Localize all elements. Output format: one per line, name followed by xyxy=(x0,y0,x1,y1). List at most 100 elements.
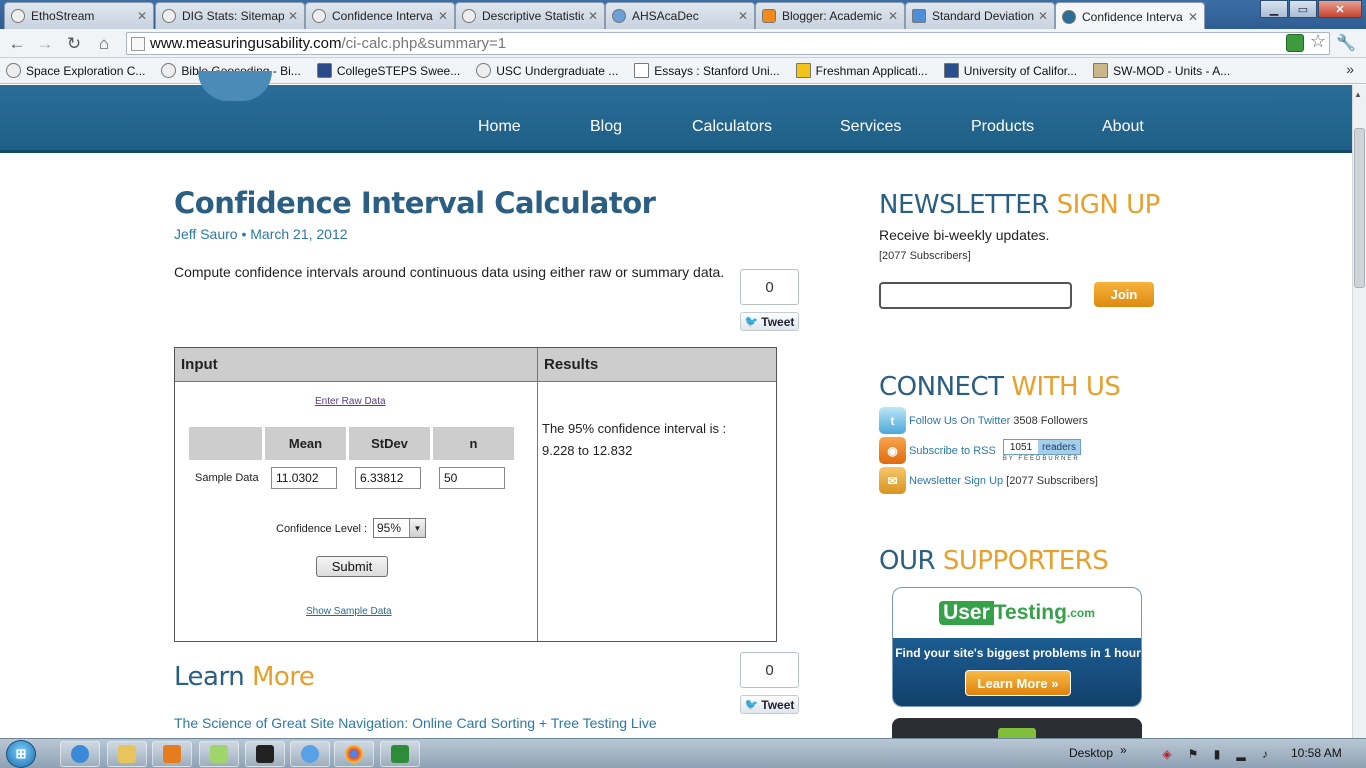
action-center-flag-icon[interactable]: ⚑ xyxy=(1186,747,1200,761)
bookmark-item[interactable]: USC Undergraduate ... xyxy=(476,63,618,78)
site-logo[interactable] xyxy=(198,71,272,101)
command-prompt-icon[interactable] xyxy=(245,741,285,767)
chrome-icon[interactable] xyxy=(334,741,374,767)
close-icon[interactable]: ✕ xyxy=(438,9,448,23)
submit-button[interactable]: Submit xyxy=(316,556,388,577)
close-icon[interactable]: ✕ xyxy=(288,9,298,23)
chevron-down-icon[interactable]: ▼ xyxy=(409,519,425,537)
rss-icon[interactable]: ◉ xyxy=(879,437,906,464)
power-icon[interactable]: ▮ xyxy=(1210,747,1224,761)
newsletter-email-input[interactable] xyxy=(879,282,1072,309)
volume-icon[interactable]: ♪ xyxy=(1258,747,1272,761)
nav-blog[interactable]: Blog xyxy=(590,118,622,136)
close-icon[interactable]: ✕ xyxy=(137,9,147,23)
mean-input[interactable] xyxy=(271,467,337,489)
tab-blogger[interactable]: Blogger: Academic ✕ xyxy=(755,2,905,29)
envelope-icon[interactable]: ✉ xyxy=(879,467,906,494)
nav-products[interactable]: Products xyxy=(971,118,1034,136)
windows-start-icon[interactable]: ⊞ xyxy=(6,740,36,768)
article-byline[interactable]: Jeff Sauro • March 21, 2012 xyxy=(174,226,348,242)
nav-home[interactable]: Home xyxy=(478,118,521,136)
usertesting-ad[interactable]: User Testing .com Find your site's biggest… xyxy=(892,587,1142,707)
nav-calculators[interactable]: Calculators xyxy=(692,118,772,136)
tab-ethostream[interactable]: EthoStream ✕ xyxy=(4,2,154,29)
back-arrow-icon[interactable]: ← xyxy=(6,33,28,55)
sticky-notes-icon[interactable] xyxy=(199,741,239,767)
learn-more-button[interactable]: Learn More » xyxy=(965,670,1071,696)
media-player-icon[interactable] xyxy=(152,741,192,767)
minimize-button[interactable]: ▁ xyxy=(1260,0,1288,18)
michigan-m-icon xyxy=(795,63,811,78)
address-bar[interactable]: www.measuringusability.com/ci-calc.php&s… xyxy=(126,32,1330,55)
connect-heading: CONNECT WITH US xyxy=(879,372,1121,402)
twitter-icon[interactable]: t xyxy=(879,407,906,434)
tray-chevron-icon[interactable]: » xyxy=(1120,743,1127,757)
stdev-input[interactable] xyxy=(355,467,421,489)
follow-twitter-link[interactable]: Follow Us On Twitter xyxy=(909,415,1010,427)
system-clock[interactable]: 10:58 AM xyxy=(1291,746,1342,760)
file-explorer-icon[interactable] xyxy=(107,741,147,767)
second-supporter-ad[interactable] xyxy=(892,718,1142,738)
ad-banner: Find your site's biggest problems in 1 h… xyxy=(893,638,1141,706)
enter-raw-data-link[interactable]: Enter Raw Data xyxy=(315,396,386,407)
confidence-level-label: Confidence Level : xyxy=(276,523,368,535)
internet-explorer-icon[interactable] xyxy=(60,741,100,767)
close-icon[interactable]: ✕ xyxy=(1188,10,1198,24)
result-line-2: 9.228 to 12.832 xyxy=(542,443,633,458)
tab-confidence-interval-1[interactable]: Confidence Interva ✕ xyxy=(305,2,455,29)
tab-descriptive-statistics[interactable]: Descriptive Statistic ✕ xyxy=(455,2,605,29)
bookmark-item[interactable]: University of Califor... xyxy=(943,63,1077,78)
blogger-icon xyxy=(762,9,776,23)
subscribe-rss-link[interactable]: Subscribe to RSS xyxy=(909,445,996,457)
newsletter-signup-link[interactable]: Newsletter Sign Up xyxy=(909,475,1003,487)
wrench-icon[interactable]: 🔧 xyxy=(1336,33,1356,53)
forward-arrow-icon[interactable]: → xyxy=(34,33,56,55)
bookmarks-overflow-chevron[interactable]: » xyxy=(1346,61,1354,77)
column-divider xyxy=(537,348,538,641)
letter-a-icon xyxy=(1093,63,1109,78)
feedburner-badge[interactable]: 1051 readers BY FEEDBURNER xyxy=(1002,439,1081,462)
close-icon[interactable]: ✕ xyxy=(738,9,748,23)
home-icon[interactable]: ⌂ xyxy=(93,33,115,55)
twitter-bird-icon: 🐦 xyxy=(744,316,759,328)
extension-icon[interactable] xyxy=(1286,34,1304,52)
dell-icon[interactable] xyxy=(290,741,330,767)
maximize-button[interactable]: ▭ xyxy=(1289,0,1317,18)
stdev-column-header: StDev xyxy=(349,427,430,460)
scrollbar-thumb[interactable] xyxy=(1354,128,1365,288)
n-input[interactable] xyxy=(439,467,505,489)
nav-about[interactable]: About xyxy=(1102,118,1144,136)
bookmark-item[interactable]: Space Exploration C... xyxy=(6,63,145,78)
nav-services[interactable]: Services xyxy=(840,118,901,136)
bookmark-item[interactable]: SW-MOD - Units - A... xyxy=(1093,63,1230,78)
close-icon[interactable]: ✕ xyxy=(1038,9,1048,23)
close-icon[interactable]: ✕ xyxy=(888,9,898,23)
show-sample-data-link[interactable]: Show Sample Data xyxy=(306,606,392,617)
tweet-button[interactable]: 🐦 Tweet xyxy=(740,312,799,331)
n-column-header: n xyxy=(433,427,514,460)
bookmark-item[interactable]: Essays : Stanford Uni... xyxy=(634,63,780,78)
desktop-toolbar-label[interactable]: Desktop xyxy=(1069,746,1113,760)
join-button[interactable]: Join xyxy=(1094,282,1154,307)
tab-confidence-interval-active[interactable]: Confidence Interva ✕ xyxy=(1055,2,1205,30)
tab-ahsacadec[interactable]: AHSAcaDec ✕ xyxy=(605,2,755,29)
learn-more-link[interactable]: The Science of Great Site Navigation: On… xyxy=(174,715,657,731)
bookmark-item[interactable]: CollegeSTEPS Swee... xyxy=(316,63,460,78)
reload-icon[interactable]: ↻ xyxy=(63,33,85,55)
tweet-button-2[interactable]: 🐦 Tweet xyxy=(740,695,799,714)
newsletter-link-row: ✉ Newsletter Sign Up [2077 Subscribers] xyxy=(879,467,1098,494)
bookmark-item[interactable]: Freshman Applicati... xyxy=(795,63,928,78)
tab-dig-stats[interactable]: DIG Stats: Sitemap ✕ xyxy=(155,2,305,29)
tab-standard-deviation[interactable]: Standard Deviation ✕ xyxy=(905,2,1055,29)
twitter-follow-row: t Follow Us On Twitter 3508 Followers xyxy=(879,407,1088,434)
scroll-up-arrow-icon[interactable]: ▲ xyxy=(1354,90,1362,99)
globe-icon xyxy=(161,63,177,78)
bookmark-star-icon[interactable]: ☆ xyxy=(1310,31,1326,52)
confidence-level-select[interactable]: 95% ▼ xyxy=(373,518,426,538)
window-close-button[interactable]: ✕ xyxy=(1318,0,1362,18)
close-icon[interactable]: ✕ xyxy=(588,9,598,23)
windows-taskbar: ⊞ Desktop » ◈ ⚑ ▮ ▂ ♪ 10:58 AM xyxy=(0,738,1366,768)
network-icon[interactable]: ▂ xyxy=(1234,747,1248,761)
antivirus-icon[interactable]: ◈ xyxy=(1160,747,1174,761)
excel-icon[interactable] xyxy=(380,741,420,767)
